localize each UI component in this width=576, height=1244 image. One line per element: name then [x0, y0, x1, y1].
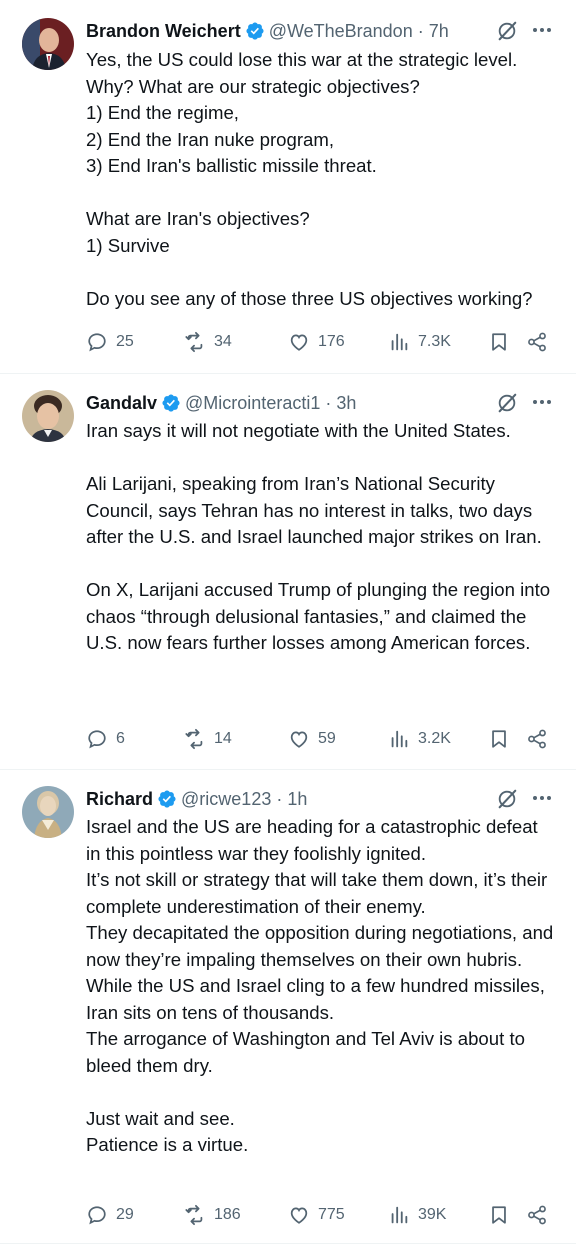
- separator-dot: ·: [325, 392, 332, 413]
- separator-dot: ·: [276, 788, 283, 809]
- share-button[interactable]: [526, 724, 548, 754]
- views-count: 39K: [418, 1206, 447, 1223]
- reply-button[interactable]: 6: [86, 724, 125, 754]
- action-bar: 29 186 775 39K: [86, 1200, 556, 1230]
- grok-icon[interactable]: [496, 392, 518, 414]
- display-name[interactable]: Richard: [86, 789, 153, 810]
- handle[interactable]: @Microinteracti1: [185, 393, 320, 414]
- avatar[interactable]: [22, 18, 74, 70]
- tweet-text: Yes, the US could lose this war at the s…: [86, 49, 533, 309]
- views-button[interactable]: 7.3K: [388, 327, 451, 357]
- reply-icon: [88, 333, 106, 352]
- reply-icon: [88, 730, 106, 749]
- reply-count: 6: [116, 730, 125, 747]
- views-icon: [391, 333, 408, 351]
- like-count: 176: [318, 333, 345, 350]
- tweet-text: Iran says it will not negotiate with the…: [86, 420, 551, 653]
- display-name[interactable]: Brandon Weichert: [86, 21, 241, 42]
- action-bar: 25 34 176 7.3K: [86, 327, 556, 357]
- avatar[interactable]: [22, 786, 74, 838]
- repost-icon: [185, 728, 203, 750]
- share-button[interactable]: [526, 1200, 548, 1230]
- share-icon: [528, 729, 546, 749]
- tweet-header: Gandalv @Microinteracti1 · 3h: [86, 390, 556, 416]
- more-icon[interactable]: [530, 390, 554, 414]
- repost-icon: [185, 331, 203, 353]
- views-count: 3.2K: [418, 730, 451, 747]
- bookmark-button[interactable]: [488, 724, 510, 754]
- like-icon: [290, 731, 308, 748]
- timeline: Brandon Weichert @WeTheBrandon · 7h Yes,…: [0, 0, 576, 1244]
- repost-button[interactable]: 14: [184, 724, 232, 754]
- share-button[interactable]: [526, 327, 548, 357]
- share-icon: [528, 332, 546, 352]
- repost-button[interactable]: 34: [184, 327, 232, 357]
- handle[interactable]: @ricwe123: [181, 789, 271, 810]
- tweet[interactable]: Richard @ricwe123 · 1h Israel and the US…: [0, 768, 576, 1244]
- timestamp[interactable]: 1h: [287, 789, 307, 810]
- timestamp[interactable]: 3h: [336, 393, 356, 414]
- like-icon: [290, 334, 308, 351]
- tweet[interactable]: Gandalv @Microinteracti1 · 3h Iran says …: [0, 372, 576, 770]
- more-icon[interactable]: [530, 18, 554, 42]
- repost-count: 34: [214, 333, 232, 350]
- bookmark-icon: [492, 333, 506, 351]
- share-icon: [528, 1205, 546, 1225]
- repost-icon: [185, 1204, 203, 1226]
- bookmark-button[interactable]: [488, 1200, 510, 1230]
- bookmark-icon: [492, 730, 506, 748]
- views-button[interactable]: 3.2K: [388, 724, 451, 754]
- repost-count: 14: [214, 730, 232, 747]
- tweet-header: Richard @ricwe123 · 1h: [86, 786, 556, 812]
- reply-count: 25: [116, 333, 134, 350]
- action-bar: 6 14 59 3.2K: [86, 724, 556, 754]
- reply-icon: [88, 1206, 106, 1225]
- views-icon: [391, 730, 408, 748]
- like-button[interactable]: 176: [288, 327, 345, 357]
- bookmark-icon: [492, 1206, 506, 1224]
- reply-button[interactable]: 25: [86, 327, 134, 357]
- verified-badge-icon: [245, 21, 265, 41]
- repost-count: 186: [214, 1206, 241, 1223]
- views-count: 7.3K: [418, 333, 451, 350]
- like-count: 775: [318, 1206, 345, 1223]
- display-name[interactable]: Gandalv: [86, 393, 157, 414]
- views-button[interactable]: 39K: [388, 1200, 446, 1230]
- grok-icon[interactable]: [496, 788, 518, 810]
- tweet-text: Israel and the US are heading for a cata…: [86, 816, 554, 1155]
- reply-count: 29: [116, 1206, 134, 1223]
- reply-button[interactable]: 29: [86, 1200, 134, 1230]
- like-button[interactable]: 775: [288, 1200, 345, 1230]
- bookmark-button[interactable]: [488, 327, 510, 357]
- separator-dot: ·: [417, 20, 424, 41]
- verified-badge-icon: [161, 393, 181, 413]
- like-count: 59: [318, 730, 336, 747]
- tweet[interactable]: Brandon Weichert @WeTheBrandon · 7h Yes,…: [0, 0, 576, 374]
- avatar[interactable]: [22, 390, 74, 442]
- tweet-header: Brandon Weichert @WeTheBrandon · 7h: [86, 18, 556, 44]
- verified-badge-icon: [157, 789, 177, 809]
- handle[interactable]: @WeTheBrandon: [269, 21, 413, 42]
- grok-icon[interactable]: [496, 20, 518, 42]
- views-icon: [391, 1206, 408, 1224]
- more-icon[interactable]: [530, 786, 554, 810]
- like-button[interactable]: 59: [288, 724, 336, 754]
- timestamp[interactable]: 7h: [429, 21, 449, 42]
- repost-button[interactable]: 186: [184, 1200, 241, 1230]
- like-icon: [290, 1207, 308, 1224]
